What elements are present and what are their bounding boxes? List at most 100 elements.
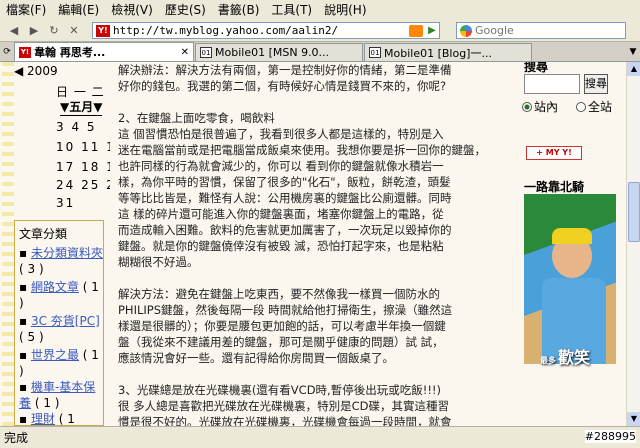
category-link[interactable]: 未分類資料夾 <box>31 246 103 260</box>
article-line: 3、光碟總是放在光碟機裏(還有看VCD時,暫停後出玩或吃飯!!!) <box>118 383 442 397</box>
radio-label: 全站 <box>588 100 613 114</box>
tab-yahoo-blog[interactable]: Y! 韋翰 再思考... ✕ <box>14 42 194 61</box>
menu-bar: 檔案(F) 編輯(E) 檢視(V) 歷史(S) 書籤(B) 工具(T) 說明(H… <box>0 0 640 20</box>
reload-icon[interactable]: ↻ <box>44 22 64 40</box>
radio-in-site[interactable]: 站內 <box>522 98 558 115</box>
menu-bookmarks[interactable]: 書籤(B) <box>218 0 260 20</box>
category-count: ( 1 <box>58 412 75 426</box>
google-icon[interactable] <box>460 24 472 37</box>
blog-search-button[interactable]: 搜尋 <box>584 74 608 94</box>
article-line: 樣還是很髒的）；你要是腰包更加飽的話，可以考慮半年換一個鍵 <box>118 319 446 333</box>
search-box[interactable] <box>456 22 626 39</box>
tab-mobile01-blog[interactable]: 01 Mobile01 [Blog]一... <box>364 43 532 61</box>
category-item: ▪ 機車-基本保養 ( 1 ) <box>19 380 96 410</box>
blog-search-input[interactable] <box>524 74 580 94</box>
mobile01-tab-icon: 01 <box>200 47 212 58</box>
tab-bar: ⟳ Y! 韋翰 再思考... ✕ 01 Mobile01 [MSN 9.0...… <box>0 42 640 62</box>
article-body: 解決辦法：解決方法有兩個，第一是控制好你的情緒，第二是準備 好你的錢包。我選的第… <box>110 62 514 426</box>
menu-view[interactable]: 檢視(V) <box>111 0 153 20</box>
article-line: 解決辦法：解決方法有兩個，第一是控制好你的情緒，第二是準備 <box>118 63 452 77</box>
category-item: ▪ 3C 夯貨[PC] ( 5 ) <box>19 314 100 344</box>
category-count: ( 5 ) <box>19 330 44 344</box>
article-line: 樣，為你平時的習慣，保留了很多的"化石"，飯粒，餅乾渣，頭髮 <box>118 175 451 189</box>
radio-unselected-icon[interactable] <box>576 101 586 112</box>
category-item: ▪ 網路文章 ( 1 ) <box>19 280 99 310</box>
radio-all-site[interactable]: 全站 <box>576 98 620 115</box>
category-link[interactable]: 世界之最 <box>31 348 79 362</box>
status-bar: 完成 <box>0 426 640 448</box>
vertical-scrollbar[interactable]: ▲ ▼ <box>626 62 640 426</box>
caption-big: 歡笑 <box>558 348 591 367</box>
watermark: #288995 <box>584 430 636 443</box>
article-line <box>118 94 514 110</box>
page-viewport: ◀ 2009 日 一 二 ▼五月▼ 3 4 5 10 11 12 17 18 1… <box>0 62 626 426</box>
category-count: ( 3 ) <box>19 262 44 276</box>
article-line: 2、在鍵盤上面吃零食，喝飲料 <box>118 111 275 125</box>
category-link[interactable]: 理財 <box>31 412 55 426</box>
menu-history[interactable]: 歷史(S) <box>165 0 206 20</box>
article-line: 盤（我從來不建議用差的鍵盤，那可是關乎健康的問題）試 試， <box>118 335 444 349</box>
tab-label: Mobile01 [Blog]一... <box>384 46 492 60</box>
photo-caption: 最多 歡笑 <box>540 344 590 368</box>
menu-help[interactable]: 說明(H) <box>324 0 366 20</box>
radio-label: 站內 <box>534 100 559 114</box>
article-line <box>118 366 514 382</box>
article-line: 應該情況會好一些。還有記得給你房間買一個飯桌了。 <box>118 351 394 365</box>
article-line: 慣是很不好的。光碟放在光碟機裏，光碟機會每過一段時間，就會 <box>118 415 452 426</box>
article-line: 等等比比皆是，難怪有人說：公用機房裏的鍵盤比公廁還髒。同時 <box>118 191 452 205</box>
radio-selected-icon[interactable] <box>522 101 532 112</box>
tab-scroll-icon[interactable]: ⟳ <box>0 43 14 61</box>
article-line: 很 多人總是喜歡把光碟放在光碟機裏，特別是CD碟，其實這種習 <box>118 399 450 413</box>
article-line <box>118 270 514 286</box>
tab-list-icon[interactable]: ▼ <box>626 43 640 61</box>
yahoo-tab-icon: Y! <box>19 46 31 58</box>
tab-label: Mobile01 [MSN 9.0... <box>215 46 330 59</box>
right-sidebar: 搜尋 搜尋 站內 全站 + MY Y! 一路靠北騎 最多 歡笑 <box>514 62 626 426</box>
category-item: ▪ 未分類資料夾 ( 3 ) <box>19 246 103 276</box>
cycling-photo[interactable] <box>524 194 616 364</box>
url-bar[interactable]: Y! http://tw.myblog.yahoo.com/aalin2/ ▶ <box>92 22 440 39</box>
close-tab-icon[interactable]: ✕ <box>181 47 189 58</box>
widget-title: 一路靠北騎 <box>524 180 585 194</box>
yahoo-favicon-icon: Y! <box>96 24 110 37</box>
article-line: PHILIPS鍵盤，然後每隔一段 時間就給他打掃衛生，擦澡（雖然這 <box>118 303 453 317</box>
calendar-week[interactable]: 31 <box>56 196 75 210</box>
article-line: 這 樣的碎片還可能進入你的鍵盤裏面，堵塞你鍵盤上的電路，從 <box>118 207 444 221</box>
scroll-down-icon[interactable]: ▼ <box>627 412 640 426</box>
calendar-month-select[interactable]: ▼五月▼ <box>60 98 103 116</box>
tab-mobile01-msn[interactable]: 01 Mobile01 [MSN 9.0... <box>195 43 363 61</box>
forward-icon[interactable]: ▶ <box>24 22 44 40</box>
category-box: 文章分類 ▪ 未分類資料夾 ( 3 ) ▪ 網路文章 ( 1 ) ▪ 3C 夯貨… <box>14 220 104 426</box>
category-link[interactable]: 網路文章 <box>31 280 79 294</box>
navigation-toolbar: ◀ ▶ ↻ ✕ Y! http://tw.myblog.yahoo.com/aa… <box>0 20 640 42</box>
article-line: 解決方法：避免在鍵盤上吃東西，要不然像我一樣買一個防水的 <box>118 287 440 301</box>
decorative-border <box>2 62 14 426</box>
article-line: 糊糊很不好過。 <box>118 255 199 269</box>
category-count: ( 1 ) <box>34 396 60 410</box>
scrollbar-thumb[interactable] <box>628 182 640 242</box>
go-icon[interactable]: ▶ <box>425 25 439 37</box>
article-line: 而造成輸入困難。飲料的危害就更加厲害了，一次玩足以毀掉你的 <box>118 223 452 237</box>
photo-figure <box>552 228 592 244</box>
calendar-year-nav[interactable]: ◀ 2009 <box>14 64 58 78</box>
menu-edit[interactable]: 編輯(E) <box>58 0 99 20</box>
scroll-up-icon[interactable]: ▲ <box>627 62 640 76</box>
left-sidebar: ◀ 2009 日 一 二 ▼五月▼ 3 4 5 10 11 12 17 18 1… <box>0 62 123 426</box>
status-text: 完成 <box>4 431 29 445</box>
caption-small: 最多 <box>540 356 556 365</box>
add-to-my-yahoo-button[interactable]: + MY Y! <box>526 146 582 160</box>
mobile01-tab-icon: 01 <box>369 47 381 58</box>
menu-file[interactable]: 檔案(F) <box>6 0 46 20</box>
calendar-week[interactable]: 3 4 5 <box>56 120 97 134</box>
category-link[interactable]: 3C 夯貨[PC] <box>31 314 100 328</box>
article-line: 好你的錢包。我選的第二個，有時候好心情是錢買不來的，你呢? <box>118 79 447 93</box>
url-text[interactable]: http://tw.myblog.yahoo.com/aalin2/ <box>113 24 409 37</box>
search-input[interactable] <box>475 24 605 37</box>
article-line: 這 個習慣恐怕是很普遍了，我看到很多人都是這樣的，特別是入 <box>118 127 444 141</box>
back-icon[interactable]: ◀ <box>4 22 24 40</box>
article-line: 也許同樣的行為就會減少的，你可以 看到你的鍵盤就像水積岩一 <box>118 159 444 173</box>
category-item: ▪ 世界之最 ( 1 ) <box>19 348 99 378</box>
stop-icon[interactable]: ✕ <box>64 22 84 40</box>
rss-icon[interactable] <box>409 24 423 37</box>
menu-tools[interactable]: 工具(T) <box>271 0 312 20</box>
